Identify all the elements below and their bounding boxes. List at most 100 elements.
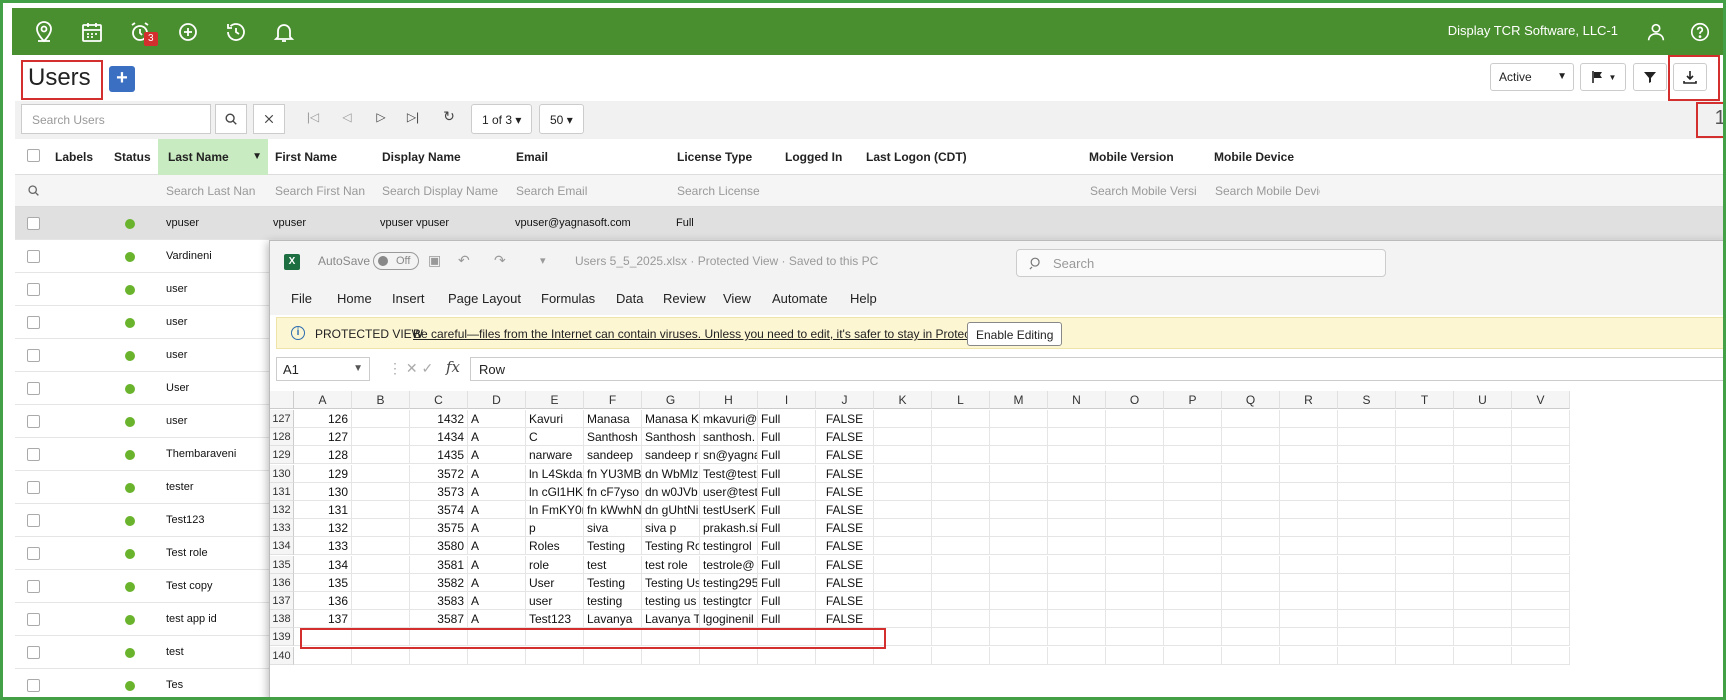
cell[interactable]: 135	[294, 573, 352, 592]
cell[interactable]: Full	[758, 410, 816, 428]
name-box[interactable]: A1 ▼	[276, 357, 370, 381]
cell[interactable]	[1280, 446, 1338, 465]
cell[interactable]	[1048, 537, 1106, 556]
col-mobile-device[interactable]: Mobile Device	[1214, 139, 1294, 175]
cell[interactable]: 3573	[410, 482, 468, 501]
cell[interactable]	[1396, 555, 1454, 574]
cell[interactable]	[1280, 482, 1338, 501]
row-header[interactable]: 140	[270, 646, 294, 665]
cell[interactable]	[1338, 555, 1396, 574]
cell[interactable]	[1396, 646, 1454, 665]
cell[interactable]	[1222, 482, 1280, 501]
table-row[interactable]: vpuser vpuser vpuser vpuser vpuser@yagna…	[15, 207, 1723, 240]
cell[interactable]: 137	[294, 610, 352, 629]
spreadsheet-grid[interactable]: A B C D E F G H I J K L M N O P Q R S T U V 127 126 1432 A Kavuri M…	[270, 391, 1723, 697]
cell[interactable]: 134	[294, 555, 352, 574]
cell[interactable]	[990, 446, 1048, 465]
cell[interactable]	[1164, 501, 1222, 519]
cell[interactable]	[410, 646, 468, 665]
cell[interactable]	[990, 410, 1048, 428]
cell[interactable]	[1396, 628, 1454, 647]
row-header[interactable]: 139	[270, 628, 294, 647]
cell[interactable]	[932, 410, 990, 428]
cell[interactable]	[1338, 464, 1396, 483]
cell[interactable]	[932, 464, 990, 483]
cell[interactable]: Full	[758, 482, 816, 501]
tab-automate[interactable]: Automate	[772, 291, 828, 306]
cell[interactable]	[352, 519, 410, 538]
filter-email[interactable]: Search Email	[516, 184, 666, 198]
cell[interactable]: Full	[758, 610, 816, 629]
cell[interactable]	[1048, 446, 1106, 465]
bell-icon[interactable]	[260, 8, 308, 55]
cell[interactable]: 3581	[410, 555, 468, 574]
cell[interactable]: Full	[758, 592, 816, 610]
cell[interactable]	[1222, 410, 1280, 428]
cell[interactable]	[352, 573, 410, 592]
cell[interactable]: Lavanya Te	[642, 610, 700, 629]
cell[interactable]	[1048, 428, 1106, 447]
cell[interactable]: Roles	[526, 537, 584, 556]
cell[interactable]: FALSE	[816, 573, 874, 592]
cell[interactable]	[1106, 519, 1164, 538]
cell[interactable]	[1396, 501, 1454, 519]
cell[interactable]	[1222, 446, 1280, 465]
cell[interactable]	[1454, 482, 1512, 501]
cell[interactable]: A	[468, 555, 526, 574]
row-checkbox[interactable]	[27, 283, 40, 296]
column-header[interactable]: A	[294, 391, 352, 409]
cell[interactable]: Testing Ro	[642, 537, 700, 556]
cell[interactable]	[874, 610, 932, 629]
column-header[interactable]: K	[874, 391, 932, 409]
row-checkbox[interactable]	[27, 646, 40, 659]
cell[interactable]	[1048, 573, 1106, 592]
cell[interactable]	[990, 519, 1048, 538]
cell[interactable]	[990, 628, 1048, 647]
cell[interactable]	[1338, 628, 1396, 647]
col-last-logon[interactable]: Last Logon (CDT)	[866, 139, 967, 175]
filter-license-type[interactable]: Search License	[677, 184, 765, 198]
cell[interactable]	[352, 537, 410, 556]
row-header[interactable]: 130	[270, 464, 294, 483]
cell[interactable]	[1106, 555, 1164, 574]
cell[interactable]	[932, 610, 990, 629]
cell[interactable]	[990, 592, 1048, 610]
col-mobile-version[interactable]: Mobile Version	[1089, 139, 1174, 175]
column-header[interactable]: M	[990, 391, 1048, 409]
cell[interactable]	[1164, 464, 1222, 483]
row-checkbox[interactable]	[27, 481, 40, 494]
undo-icon[interactable]: ↶	[458, 252, 470, 269]
cell[interactable]: A	[468, 482, 526, 501]
cell[interactable]	[1396, 428, 1454, 447]
tab-insert[interactable]: Insert	[392, 291, 425, 306]
cell[interactable]	[352, 464, 410, 483]
cell[interactable]: FALSE	[816, 592, 874, 610]
cell[interactable]	[1338, 610, 1396, 629]
first-page-icon[interactable]: |◁	[305, 110, 321, 126]
cell[interactable]	[874, 501, 932, 519]
cell[interactable]	[1454, 519, 1512, 538]
cell[interactable]: 128	[294, 446, 352, 465]
cell[interactable]: A	[468, 573, 526, 592]
cell[interactable]	[1396, 610, 1454, 629]
cell[interactable]: Testing	[584, 573, 642, 592]
cell[interactable]	[932, 646, 990, 665]
column-header[interactable]: D	[468, 391, 526, 409]
column-header[interactable]: U	[1454, 391, 1512, 409]
cell[interactable]	[1222, 428, 1280, 447]
cell[interactable]	[1454, 537, 1512, 556]
cell[interactable]	[990, 537, 1048, 556]
cell[interactable]	[874, 573, 932, 592]
cell[interactable]	[990, 555, 1048, 574]
cell[interactable]	[1396, 519, 1454, 538]
cell[interactable]: Test@test	[700, 464, 758, 483]
cell[interactable]: Manasa	[584, 410, 642, 428]
cell[interactable]	[1106, 428, 1164, 447]
row-header[interactable]: 128	[270, 428, 294, 447]
cell[interactable]	[1164, 482, 1222, 501]
cell[interactable]: Full	[758, 555, 816, 574]
alarm-clock-icon[interactable]: 3	[116, 8, 164, 55]
save-icon[interactable]: ▣	[428, 252, 441, 269]
row-checkbox[interactable]	[27, 514, 40, 527]
cell[interactable]	[1512, 555, 1570, 574]
